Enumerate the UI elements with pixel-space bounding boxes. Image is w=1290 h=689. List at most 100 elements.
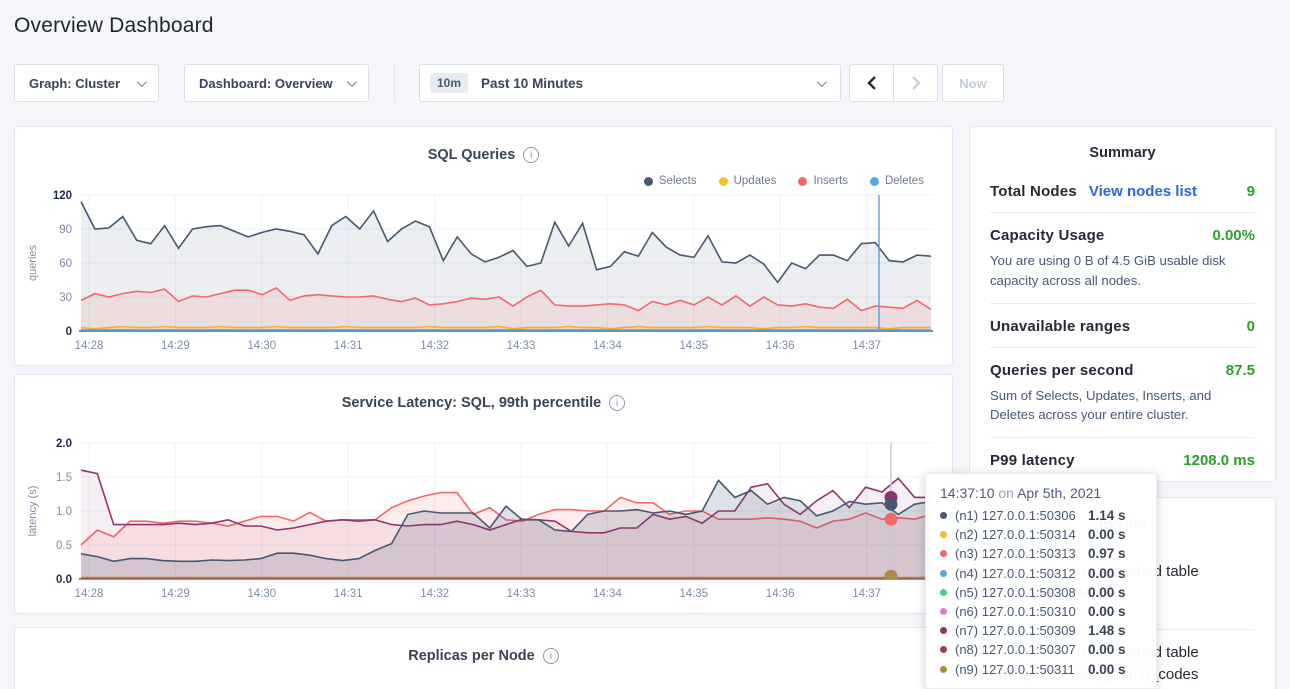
summary-row-head: Queries per second 87.5 bbox=[990, 362, 1255, 379]
summary-row-label: Unavailable ranges bbox=[990, 318, 1130, 335]
node-color-dot-icon bbox=[940, 608, 947, 615]
tooltip-node-label: (n6) 127.0.0.1:50310 bbox=[955, 604, 1088, 619]
time-back-button[interactable] bbox=[849, 64, 894, 102]
toolbar-divider bbox=[394, 64, 395, 102]
summary-panel: Summary Total NodesView nodes list9Capac… bbox=[969, 126, 1276, 482]
svg-text:120: 120 bbox=[53, 190, 72, 202]
service-latency-chart-panel: Service Latency: SQL, 99th percentile i … bbox=[14, 374, 953, 614]
svg-text:14:32: 14:32 bbox=[420, 588, 449, 600]
legend-item[interactable]: Deletes bbox=[870, 175, 924, 187]
tooltip-node-label: (n1) 127.0.0.1:50306 bbox=[955, 508, 1088, 523]
time-pager bbox=[849, 64, 938, 102]
dashboard-dropdown[interactable]: Dashboard: Overview bbox=[184, 64, 369, 102]
legend-item[interactable]: Inserts bbox=[798, 175, 848, 187]
summary-row-description: You are using 0 B of 4.5 GiB usable disk… bbox=[990, 251, 1255, 291]
node-color-dot-icon bbox=[940, 512, 947, 519]
charts-column: SQL Queries i Selects Updates Inserts Delet… bbox=[14, 126, 953, 689]
graph-dropdown-label: Graph: Cluster bbox=[29, 76, 120, 91]
node-color-dot-icon bbox=[940, 570, 947, 577]
view-nodes-link[interactable]: View nodes list bbox=[1089, 183, 1197, 200]
tooltip-rows: (n1) 127.0.0.1:503061.14 s(n2) 127.0.0.1… bbox=[940, 506, 1142, 679]
legend-item[interactable]: Selects bbox=[644, 175, 697, 187]
sql-queries-chart-canvas[interactable]: 14:2814:2914:3014:3114:3214:3314:3414:35… bbox=[16, 189, 962, 361]
tooltip-row: (n7) 127.0.0.1:503091.48 s bbox=[940, 621, 1142, 640]
chart-hover-tooltip: 14:37:10 on Apr 5th, 2021 (n1) 127.0.0.1… bbox=[925, 473, 1157, 689]
svg-text:14:35: 14:35 bbox=[679, 588, 708, 600]
legend-dot-icon bbox=[644, 177, 653, 186]
summary-row-label: Total Nodes bbox=[990, 183, 1077, 200]
svg-text:14:36: 14:36 bbox=[766, 340, 795, 352]
svg-text:14:29: 14:29 bbox=[161, 340, 190, 352]
summary-row-value: 0.00% bbox=[1212, 227, 1255, 244]
summary-row-label: Queries per second bbox=[990, 362, 1134, 379]
tooltip-row: (n6) 127.0.0.1:503100.00 s bbox=[940, 602, 1142, 621]
node-color-dot-icon bbox=[940, 589, 947, 596]
summary-row-value: 0 bbox=[1247, 318, 1255, 335]
tooltip-node-label: (n8) 127.0.0.1:50307 bbox=[955, 642, 1088, 657]
node-color-dot-icon bbox=[940, 531, 947, 538]
dashboard-toolbar: Graph: Cluster Dashboard: Overview 10m P… bbox=[14, 64, 1276, 102]
legend-label: Selects bbox=[659, 175, 697, 187]
tooltip-row: (n3) 127.0.0.1:503130.97 s bbox=[940, 544, 1142, 563]
tooltip-row: (n8) 127.0.0.1:503070.00 s bbox=[940, 640, 1142, 659]
tooltip-row: (n4) 127.0.0.1:503120.00 s bbox=[940, 564, 1142, 583]
summary-row: Total Nodes View nodes list 9 bbox=[990, 169, 1255, 213]
chart-header: Service Latency: SQL, 99th percentile i bbox=[15, 375, 952, 412]
summary-row-value: 1208.0 ms bbox=[1183, 452, 1255, 469]
svg-text:1.5: 1.5 bbox=[56, 472, 72, 484]
tooltip-node-label: (n5) 127.0.0.1:50308 bbox=[955, 585, 1088, 600]
chart-title: SQL Queries i bbox=[428, 147, 540, 163]
info-icon[interactable]: i bbox=[523, 147, 539, 163]
service-latency-chart-canvas[interactable]: 14:2814:2914:3014:3114:3214:3314:3414:35… bbox=[16, 437, 962, 609]
svg-text:14:28: 14:28 bbox=[75, 588, 104, 600]
time-range-picker[interactable]: 10m Past 10 Minutes bbox=[419, 64, 841, 102]
graph-dropdown[interactable]: Graph: Cluster bbox=[14, 64, 159, 102]
svg-text:1.0: 1.0 bbox=[56, 506, 72, 518]
svg-text:0.0: 0.0 bbox=[56, 574, 72, 586]
sql-queries-chart-panel: SQL Queries i Selects Updates Inserts Delet… bbox=[14, 126, 953, 366]
tooltip-node-value: 1.48 s bbox=[1088, 623, 1126, 638]
summary-row-value: 87.5 bbox=[1226, 362, 1255, 379]
svg-text:14:30: 14:30 bbox=[247, 588, 276, 600]
svg-text:14:32: 14:32 bbox=[420, 340, 449, 352]
tooltip-node-value: 0.00 s bbox=[1088, 585, 1126, 600]
legend-dot-icon bbox=[870, 177, 879, 186]
tooltip-row: (n9) 127.0.0.1:503110.00 s bbox=[940, 660, 1142, 679]
tooltip-node-label: (n2) 127.0.0.1:50314 bbox=[955, 527, 1088, 542]
legend-item[interactable]: Updates bbox=[719, 175, 777, 187]
info-icon[interactable]: i bbox=[543, 648, 559, 664]
tooltip-node-value: 1.14 s bbox=[1088, 508, 1126, 523]
summary-row-head: Capacity Usage0.00% bbox=[990, 227, 1255, 244]
chevron-right-icon bbox=[911, 75, 921, 91]
summary-row-head: P99 latency1208.0 ms bbox=[990, 452, 1255, 469]
summary-row-value: 9 bbox=[1247, 183, 1255, 200]
info-icon[interactable]: i bbox=[609, 395, 625, 411]
svg-text:14:37: 14:37 bbox=[852, 588, 881, 600]
svg-text:60: 60 bbox=[59, 258, 72, 270]
tooltip-node-label: (n7) 127.0.0.1:50309 bbox=[955, 623, 1088, 638]
svg-text:14:36: 14:36 bbox=[766, 588, 795, 600]
svg-text:14:30: 14:30 bbox=[247, 340, 276, 352]
time-forward-button[interactable] bbox=[893, 64, 938, 102]
svg-text:14:28: 14:28 bbox=[75, 340, 104, 352]
chevron-left-icon bbox=[867, 75, 877, 91]
svg-text:14:31: 14:31 bbox=[334, 340, 363, 352]
svg-text:14:33: 14:33 bbox=[507, 340, 536, 352]
time-range-label: Past 10 Minutes bbox=[481, 76, 583, 91]
tooltip-node-value: 0.00 s bbox=[1088, 566, 1126, 581]
chart-header: SQL Queries i bbox=[15, 127, 952, 164]
page-title: Overview Dashboard bbox=[14, 14, 1276, 38]
summary-row-head: Total Nodes View nodes list 9 bbox=[990, 183, 1255, 200]
svg-text:latency (s): latency (s) bbox=[27, 486, 39, 537]
tooltip-row: (n1) 127.0.0.1:503061.14 s bbox=[940, 506, 1142, 525]
now-button[interactable]: Now bbox=[942, 64, 1004, 102]
chevron-down-icon bbox=[137, 77, 147, 87]
tooltip-node-value: 0.00 s bbox=[1088, 527, 1126, 542]
tooltip-node-label: (n4) 127.0.0.1:50312 bbox=[955, 566, 1088, 581]
svg-text:90: 90 bbox=[59, 224, 72, 236]
tooltip-node-label: (n9) 127.0.0.1:50311 bbox=[955, 662, 1088, 677]
svg-text:14:34: 14:34 bbox=[593, 340, 622, 352]
tooltip-row: (n2) 127.0.0.1:503140.00 s bbox=[940, 525, 1142, 544]
replicas-per-node-chart-panel: Replicas per Node i bbox=[14, 627, 953, 689]
legend-label: Inserts bbox=[813, 175, 848, 187]
